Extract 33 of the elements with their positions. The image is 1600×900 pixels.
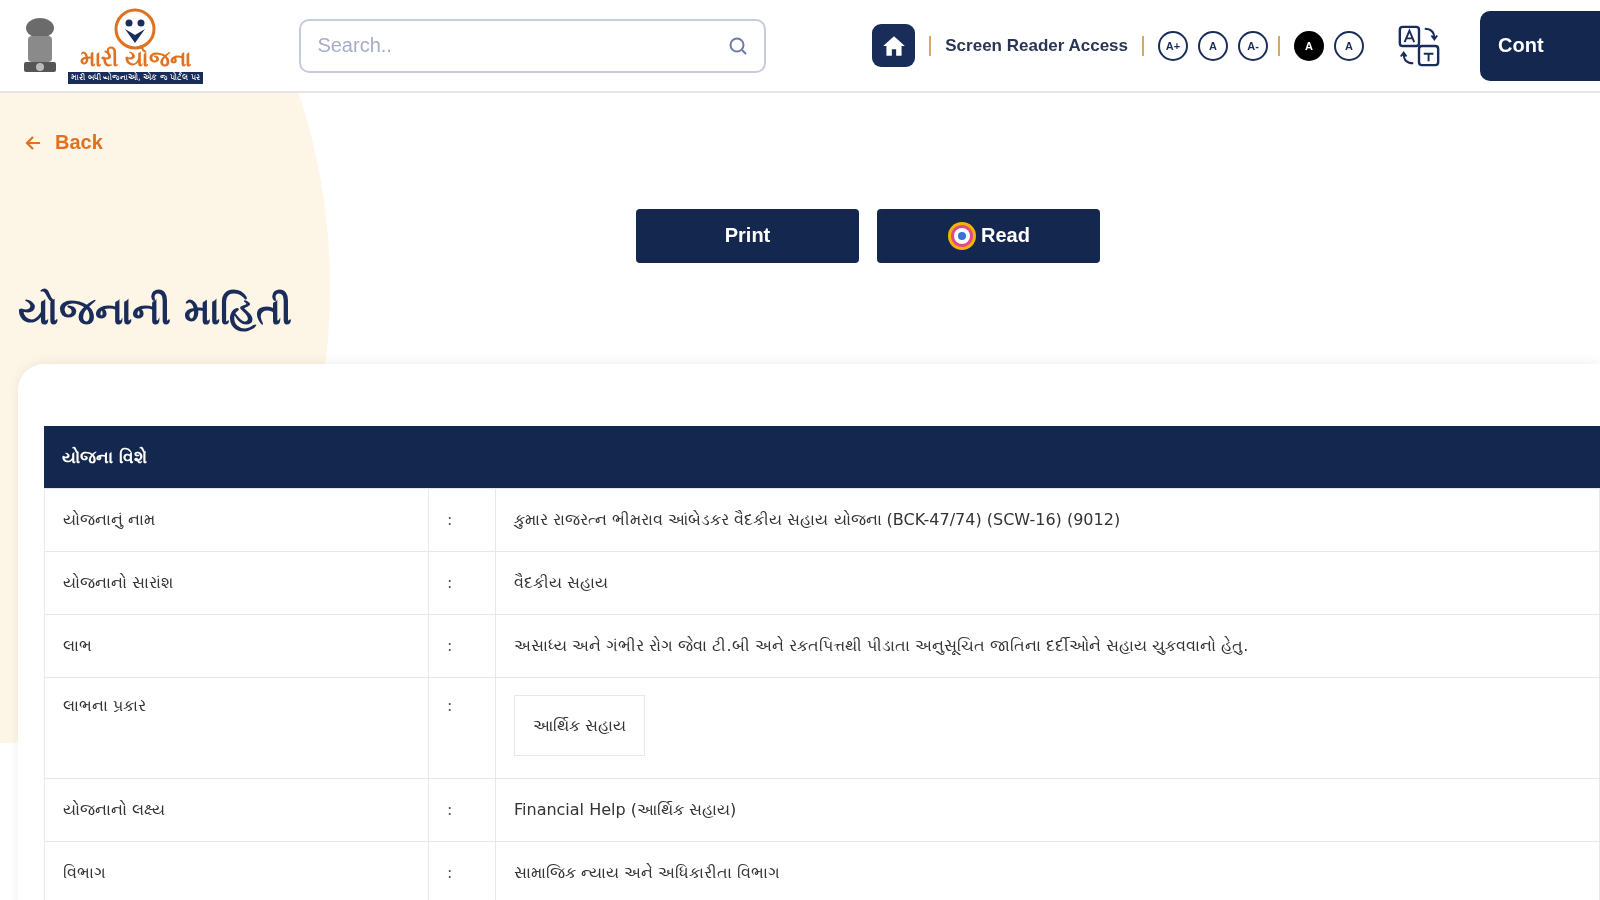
field-label: યોજનાનો લક્ષ્ય bbox=[44, 778, 429, 841]
field-label: લાભ bbox=[44, 614, 429, 677]
colon-separator: : bbox=[447, 695, 453, 715]
page-title: યોજનાની માહિતી bbox=[18, 288, 294, 334]
logo-tagline: મારી બધી યોજનાઓ, એક જ પોર્ટલ પર bbox=[68, 71, 203, 84]
search-icon[interactable] bbox=[728, 35, 749, 56]
field-label: યોજનાનો સારાંશ bbox=[44, 551, 429, 614]
contrast-button[interactable]: A bbox=[1294, 30, 1324, 61]
font-size-button[interactable]: A- bbox=[1238, 30, 1268, 61]
field-value: Financial Help (આર્થિક સહાય) bbox=[495, 778, 1600, 841]
print-button[interactable]: Print bbox=[636, 208, 859, 263]
colon-separator: : bbox=[447, 863, 453, 882]
field-label: વિભાગ bbox=[44, 841, 429, 900]
screen-reader-link[interactable]: Screen Reader Access bbox=[945, 35, 1128, 56]
field-value: કુમાર રાજરત્ન ભીમરાવ આંબેડકર વૈદકીય સહાય યોજના (BCK-47/74) (SCW-16) (9012) bbox=[495, 488, 1600, 551]
logo-title: મારી યોજના bbox=[79, 47, 192, 72]
colon-separator: : bbox=[447, 636, 453, 655]
contact-button[interactable]: Cont bbox=[1480, 10, 1600, 81]
field-value: વૈદકીય સહાય bbox=[495, 551, 1600, 614]
font-size-button[interactable]: A bbox=[1198, 30, 1228, 61]
contrast-button[interactable]: A bbox=[1334, 30, 1364, 61]
home-button[interactable] bbox=[872, 24, 916, 67]
field-label: યોજનાનું નામ bbox=[44, 488, 429, 551]
field-value: અસાધ્ય અને ગંભીર રોગ જેવા ટી.બી અને રકતપિત્તથી પીડાતા અનુસૂચિત જાતિના દર્દીઓને સહાય ચુકવવાનો હેતુ. bbox=[495, 614, 1600, 677]
read-button[interactable]: Read bbox=[877, 208, 1100, 263]
benefit-tag: આર્થિક સહાય bbox=[514, 694, 646, 756]
colon-separator: : bbox=[447, 800, 453, 819]
font-size-button[interactable]: A+ bbox=[1158, 30, 1188, 61]
colon-separator: : bbox=[447, 510, 453, 529]
field-label: લાભના પ્રકાર bbox=[44, 677, 429, 778]
section-header: યોજના વિશે bbox=[44, 425, 1600, 488]
search-field[interactable]: Search.. bbox=[299, 18, 767, 73]
colon-separator: : bbox=[447, 573, 453, 592]
